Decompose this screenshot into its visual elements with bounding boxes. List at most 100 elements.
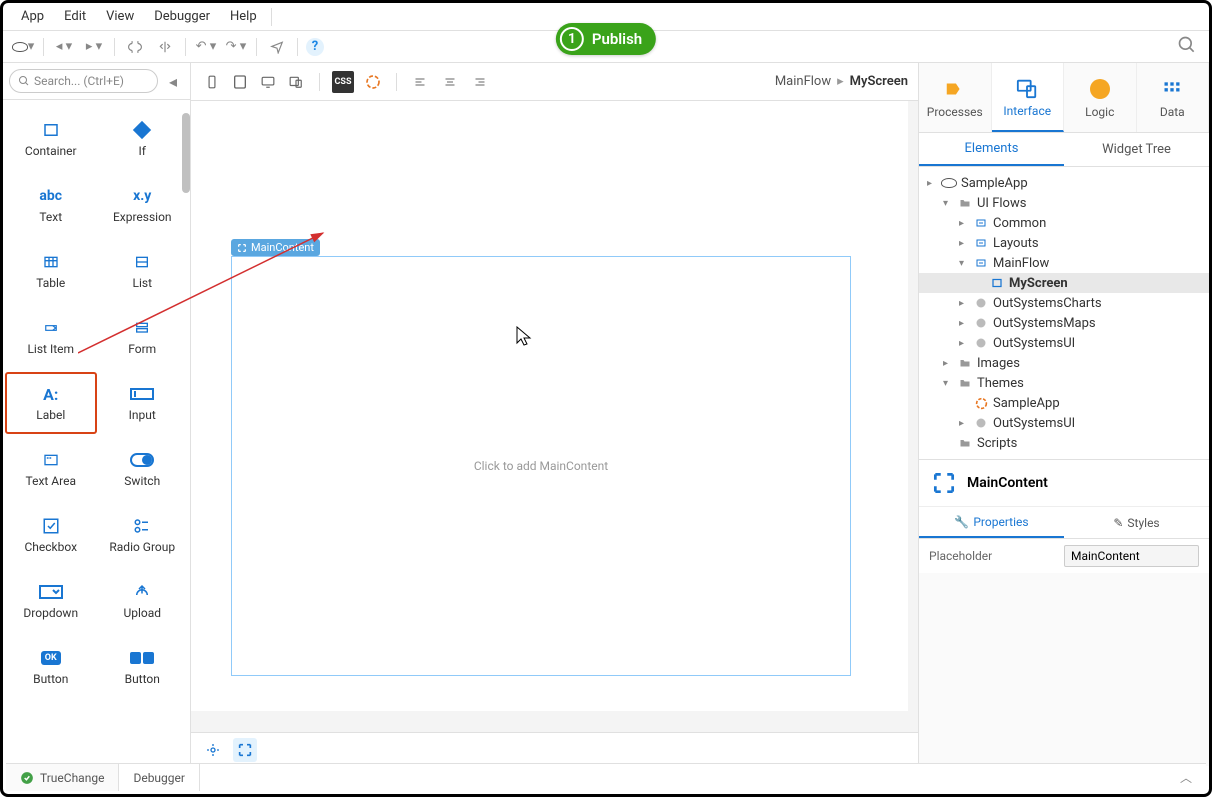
status-tab-truechange-label: TrueChange [40,771,104,785]
align-center-icon[interactable] [439,71,461,93]
breadcrumb-parent[interactable]: MainFlow [775,74,831,89]
tool-button[interactable]: OKButton [5,636,97,698]
tool-text-area[interactable]: Text Area [5,438,97,500]
list-icon [128,251,156,273]
tree-node-scripts[interactable]: Scripts [919,433,1209,453]
chevron-right-icon: ▸ [837,74,844,89]
breadcrumb-current: MyScreen [850,74,908,89]
tree-node-outsystemsui[interactable]: ▸OutSystemsUI [919,413,1209,433]
cursor-icon [516,326,532,346]
manage-deps-icon[interactable] [123,35,147,59]
right-tab-data[interactable]: Data [1137,63,1210,132]
tool-table[interactable]: Table [5,240,97,302]
tree-node-layouts[interactable]: ▸Layouts [919,233,1209,253]
tool-form[interactable]: Form [97,306,189,368]
widgets-view-icon[interactable] [201,738,225,762]
right-tab-logic[interactable]: Logic [1064,63,1137,132]
radio-icon [128,515,156,537]
right-tab-processes[interactable]: Processes [919,63,992,132]
checkbox-icon [37,515,65,537]
placeholder-icon [931,470,957,496]
tree-node-ui-flows[interactable]: ▾UI Flows [919,193,1209,213]
upload-icon [128,581,156,603]
tool-if[interactable]: If [97,108,189,170]
collapse-toolbox-icon[interactable]: ◂ [162,70,184,92]
menu-edit[interactable]: Edit [54,3,96,31]
toolbox-search-input[interactable]: Search... (Ctrl+E) [9,69,158,93]
switch-icon [128,449,156,471]
tree-node-sampleapp[interactable]: ▸SampleApp [919,173,1209,193]
tool-label[interactable]: A:Label [5,372,97,434]
tool-input[interactable]: Input [97,372,189,434]
tool-radio-group[interactable]: Radio Group [97,504,189,566]
status-tab-truechange[interactable]: TrueChange [6,764,119,791]
tool-expression[interactable]: x.yExpression [97,174,189,236]
tree-node-outsystemscharts[interactable]: ▸OutSystemsCharts [919,293,1209,313]
tree-node-themes[interactable]: ▾Themes [919,373,1209,393]
menu-debugger[interactable]: Debugger [144,3,220,31]
tool-dropdown[interactable]: Dropdown [5,570,97,632]
dropdown-icon [37,581,65,603]
elements-tree[interactable]: ▸SampleApp▾UI Flows▸Common▸Layouts▾MainF… [919,167,1209,460]
status-expand-icon[interactable]: ︿ [1166,769,1206,786]
tool-text[interactable]: abcText [5,174,97,236]
prop-tab-properties[interactable]: 🔧 Properties [919,507,1064,538]
redo-button[interactable]: ↷ ▾ [224,35,248,59]
textarea-icon [37,449,65,471]
tool-list-item[interactable]: List Item [5,306,97,368]
menu-view[interactable]: View [96,3,144,31]
align-left-icon[interactable] [409,71,431,93]
tool-switch[interactable]: Switch [97,438,189,500]
preview-view-icon[interactable] [233,738,257,762]
device-tablet-icon[interactable] [229,71,251,93]
tool-container[interactable]: Container [5,108,97,170]
design-canvas[interactable]: MainContent Click to add MainContent [191,101,918,732]
tool-checkbox[interactable]: Checkbox [5,504,97,566]
css-badge-icon[interactable]: CSS [332,71,354,93]
table-icon [37,251,65,273]
toolbox-scrollbar[interactable] [182,113,190,193]
breadcrumb: MainFlow ▸ MyScreen [775,74,908,89]
device-desktop-icon[interactable] [257,71,279,93]
sub-tab-widget-tree[interactable]: Widget Tree [1064,133,1209,166]
feedback-icon[interactable] [265,35,289,59]
device-responsive-icon[interactable] [285,71,307,93]
module-icon[interactable]: ▾ [11,35,35,59]
tree-node-myscreen[interactable]: MyScreen [919,273,1209,293]
menu-app[interactable]: App [11,3,54,31]
abc-icon: abc [37,185,65,207]
nav-back-button[interactable]: ◂ ▾ [52,35,76,59]
tree-node-common[interactable]: ▸Common [919,213,1209,233]
status-bar: TrueChange Debugger ︿ [6,763,1206,791]
tool-button[interactable]: Button [97,636,189,698]
tree-node-sampleapp[interactable]: SampleApp [919,393,1209,413]
tree-node-outsystemsmaps[interactable]: ▸OutSystemsMaps [919,313,1209,333]
align-right-icon[interactable] [469,71,491,93]
compare-icon[interactable] [153,35,177,59]
property-placeholder-input[interactable] [1064,545,1199,567]
placeholder-dropzone[interactable]: Click to add MainContent [231,256,851,676]
status-tab-debugger[interactable]: Debugger [119,764,200,791]
tree-node-outsystemsui[interactable]: ▸OutSystemsUI [919,333,1209,353]
theme-circle-icon[interactable] [362,71,384,93]
menu-help[interactable]: Help [220,3,267,31]
placeholder-tag[interactable]: MainContent [231,239,320,256]
publish-label: Publish [592,30,642,48]
diamond-icon [128,119,156,141]
device-phone-icon[interactable] [201,71,223,93]
tool-list[interactable]: List [97,240,189,302]
prop-tab-styles[interactable]: ✎ Styles [1064,507,1209,538]
undo-button[interactable]: ↶ ▾ [194,35,218,59]
right-tab-interface[interactable]: Interface [992,63,1065,132]
nav-forward-button[interactable]: ▸ ▾ [82,35,106,59]
tree-node-mainflow[interactable]: ▾MainFlow [919,253,1209,273]
publish-button[interactable]: 1 Publish [556,23,656,55]
form-icon [128,317,156,339]
xy-icon: x.y [128,185,156,207]
tree-node-images[interactable]: ▸Images [919,353,1209,373]
tool-upload[interactable]: Upload [97,570,189,632]
help-icon[interactable]: ? [306,38,324,56]
canvas-panel: CSS MainFlow ▸ MyScreen MainContent Clic… [191,63,919,766]
sub-tab-elements[interactable]: Elements [919,133,1064,166]
global-search-icon[interactable] [1177,35,1197,55]
